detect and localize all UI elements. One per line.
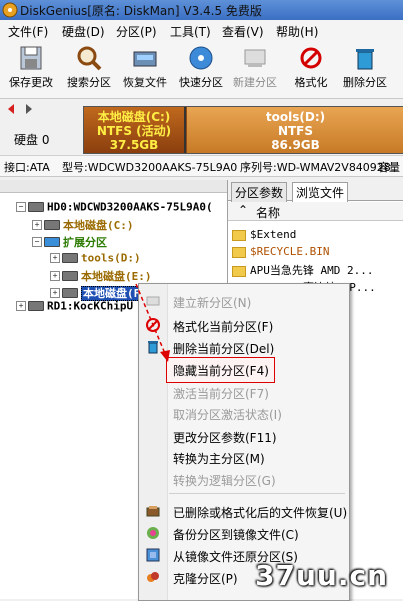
app-icon	[2, 2, 18, 18]
partition-icon	[62, 271, 78, 281]
partition-icon	[62, 288, 78, 298]
tree-node-hd0[interactable]: − HD0:WDCWD3200AAKS-75L9A0(	[16, 200, 213, 214]
sort-arrow-icon: ⌃	[238, 203, 249, 217]
tree-header	[0, 180, 227, 193]
menu-item-delete[interactable]: 删除当前分区(Del)	[173, 340, 274, 357]
harddisk-icon	[28, 202, 44, 212]
trash-icon	[356, 49, 374, 70]
menu-item-to-logical[interactable]: 转换为逻辑分区(G)	[173, 472, 276, 489]
restore-icon	[146, 548, 160, 562]
save-button[interactable]: 保存更改	[4, 42, 58, 96]
expand-icon[interactable]: +	[32, 220, 42, 230]
format-button[interactable]: 格式化	[284, 42, 338, 96]
folder-icon	[232, 265, 246, 277]
menu-view[interactable]: 查看(V)	[222, 23, 264, 40]
expand-icon[interactable]: +	[50, 271, 60, 281]
model-text: 型号:WDCWD3200AAKS-75L9A0	[62, 161, 238, 174]
new-partition-button[interactable]: 新建分区	[228, 42, 282, 96]
interface-text: 接口:ATA	[4, 161, 50, 174]
new-partition-icon	[244, 49, 266, 67]
delete-partition-button[interactable]: 删除分区	[338, 42, 392, 96]
menu-item-file-recovery[interactable]: 已删除或格式化后的文件恢复(U)	[173, 504, 347, 521]
search-icon	[77, 46, 102, 71]
expand-icon[interactable]: +	[50, 288, 60, 298]
tree-node-d[interactable]: + tools(D:)	[50, 251, 141, 265]
menu-separator	[169, 493, 345, 494]
menu-item-activate[interactable]: 激活当前分区(F7)	[173, 385, 269, 402]
menu-item-to-primary[interactable]: 转换为主分区(M)	[173, 450, 265, 467]
tab-bar: 分区参数 浏览文件	[228, 180, 403, 203]
menu-item-clone[interactable]: 克隆分区(P)	[173, 570, 238, 587]
extended-partition-icon	[44, 237, 60, 247]
menu-file[interactable]: 文件(F)	[8, 23, 48, 40]
partition-bar: 本地磁盘(C:) NTFS (活动) 37.5GB tools(D:) NTFS…	[83, 106, 403, 154]
removable-disk-icon	[28, 301, 44, 311]
column-name[interactable]: 名称	[256, 204, 280, 221]
menu-item-hide[interactable]: 隐藏当前分区(F4)	[173, 362, 269, 379]
disk-nav-arrows	[6, 103, 36, 118]
backup-icon	[147, 527, 159, 539]
annotation-arrow	[135, 283, 170, 362]
partition-icon	[62, 253, 78, 263]
search-partition-button[interactable]: 搜索分区	[62, 42, 116, 96]
recover-icon	[146, 506, 160, 517]
file-row[interactable]: $Extend	[232, 228, 296, 241]
quick-partition-button[interactable]: 快速分区	[174, 42, 228, 96]
disk-label: 硬盘 0	[14, 133, 50, 147]
tree-node-c[interactable]: + 本地磁盘(C:)	[32, 217, 134, 233]
title-bar: DiskGenius[原名: DiskMan] V3.4.5 免费版	[0, 0, 403, 20]
menu-disk[interactable]: 硬盘(D)	[62, 23, 105, 40]
menu-partition[interactable]: 分区(P)	[116, 23, 157, 40]
recover-icon	[133, 51, 157, 67]
menu-bar: 文件(F) 硬盘(D) 分区(P) 工具(T) 查看(V) 帮助(H)	[0, 20, 403, 41]
tab-partition-params[interactable]: 分区参数	[231, 182, 288, 202]
format-icon	[300, 47, 322, 69]
collapse-icon[interactable]: −	[32, 237, 42, 247]
save-icon	[20, 46, 42, 70]
disk-icon	[189, 46, 213, 70]
prev-disk-icon[interactable]	[8, 104, 14, 114]
serial-text: 序列号:WD-WMAV2V840928	[240, 161, 391, 174]
menu-item-new-partition[interactable]: 建立新分区(N)	[173, 294, 251, 311]
file-row[interactable]: APU当急先锋 AMD 2...	[232, 262, 373, 278]
menu-help[interactable]: 帮助(H)	[276, 23, 318, 40]
menu-tools[interactable]: 工具(T)	[170, 23, 211, 40]
recover-files-button[interactable]: 恢复文件	[118, 42, 172, 96]
menu-item-backup[interactable]: 备份分区到镜像文件(C)	[173, 526, 299, 543]
toolbar: 保存更改 搜索分区 恢复文件 快速分区 新建分区 格式化 删除分区	[0, 40, 403, 99]
disk-info-bar: 接口:ATA 型号:WDCWD3200AAKS-75L9A0 序列号:WD-WM…	[0, 155, 403, 177]
next-disk-icon[interactable]	[26, 104, 32, 114]
menu-item-change-params[interactable]: 更改分区参数(F11)	[173, 429, 277, 446]
watermark: 37uu.cn	[255, 559, 388, 592]
tab-browse-files[interactable]: 浏览文件	[292, 182, 349, 203]
partition-icon	[44, 220, 60, 230]
file-list-header: ⌃ 名称	[228, 202, 403, 221]
window-title: DiskGenius[原名: DiskMan] V3.4.5 免费版	[20, 4, 262, 18]
folder-icon	[232, 229, 246, 241]
capacity-text: 容量	[378, 161, 400, 174]
partition-block-c[interactable]: 本地磁盘(C:) NTFS (活动) 37.5GB	[84, 107, 186, 153]
menu-item-format[interactable]: 格式化当前分区(F)	[173, 318, 273, 335]
tree-node-extended[interactable]: − 扩展分区	[32, 234, 107, 250]
file-row[interactable]: $RECYCLE.BIN	[232, 245, 329, 258]
collapse-icon[interactable]: −	[16, 202, 26, 212]
clone-icon	[147, 572, 159, 582]
expand-icon[interactable]: +	[16, 301, 26, 311]
partition-block-d[interactable]: tools(D:) NTFS 86.9GB	[187, 107, 403, 153]
menu-item-deactivate[interactable]: 取消分区激活状态(I)	[173, 406, 282, 423]
expand-icon[interactable]: +	[50, 253, 60, 263]
tree-node-rd1[interactable]: + RD1:KocKChipU	[16, 299, 133, 313]
folder-icon	[232, 246, 246, 258]
